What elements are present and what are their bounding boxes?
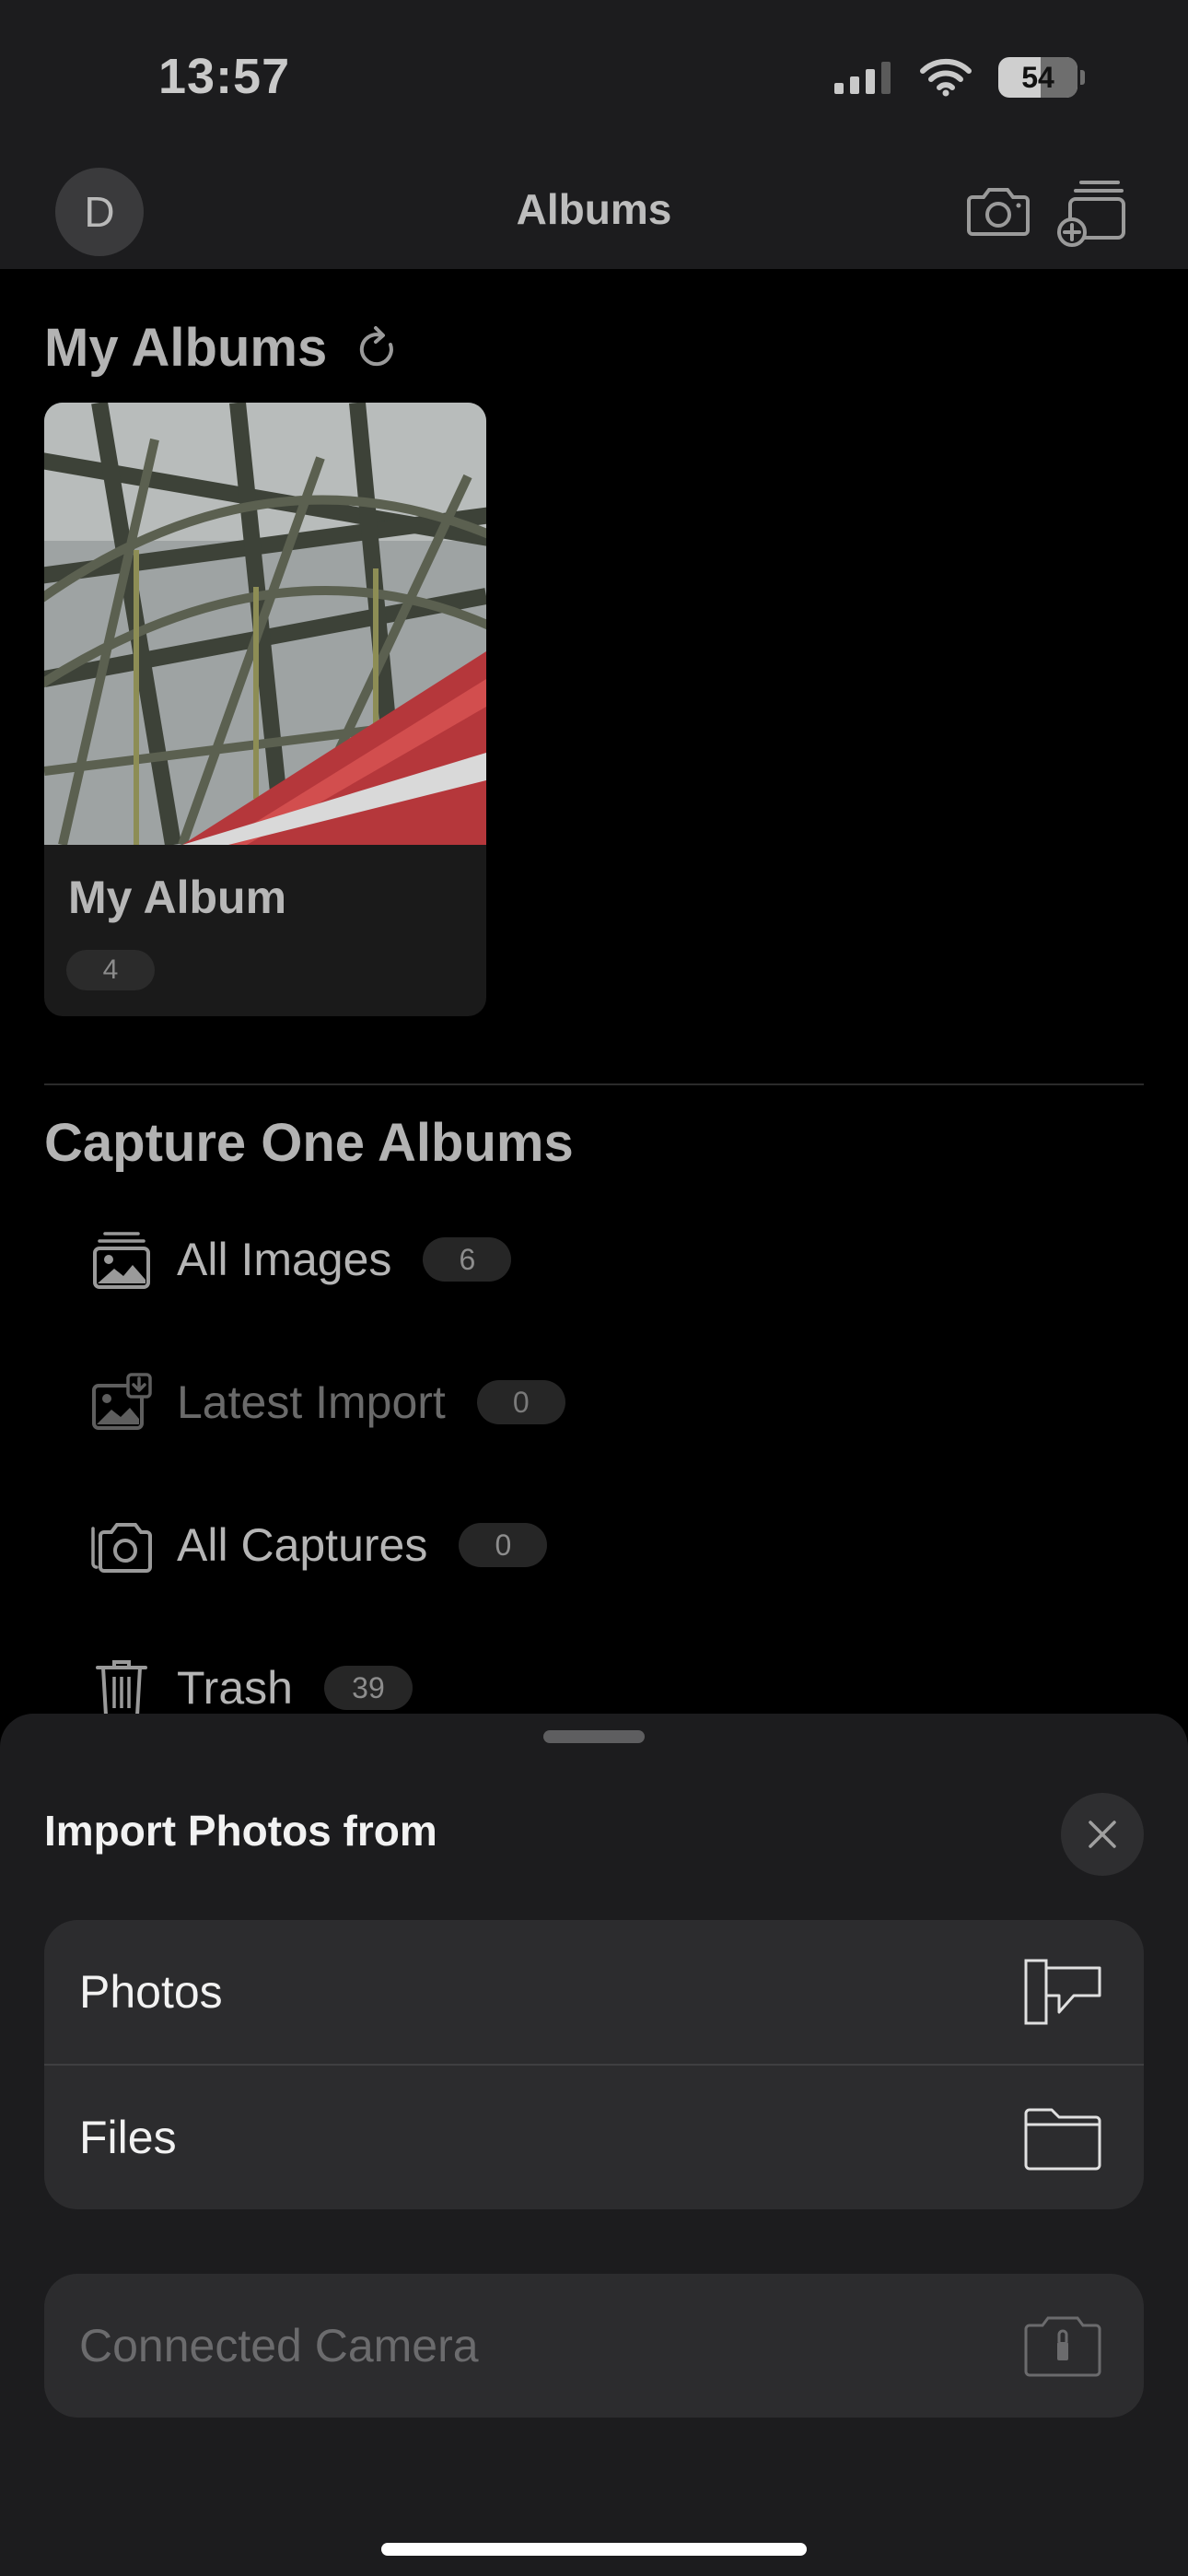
status-time: 13:57	[158, 49, 291, 104]
wifi-icon	[920, 58, 972, 97]
section-divider	[44, 1083, 1144, 1085]
albums-screen: 13:57 54 D Albums My Albums My Album 4 C…	[0, 0, 1188, 2576]
import-option-photos[interactable]: Photos	[44, 1920, 1144, 2064]
home-indicator[interactable]	[381, 2543, 807, 2556]
album-card[interactable]: My Album 4	[44, 403, 486, 1016]
captures-icon	[91, 1523, 152, 1573]
connected-camera-icon	[1024, 2316, 1101, 2377]
album-row-latest-import: Latest Import 0	[88, 1361, 565, 1444]
album-row-count: 39	[323, 1666, 413, 1710]
folder-icon	[1024, 2108, 1101, 2171]
album-thumbnail	[44, 403, 486, 845]
option-label: Connected Camera	[79, 2320, 479, 2371]
camera-icon[interactable]	[965, 182, 1031, 238]
import-sheet: Import Photos from Photos Files Connecte…	[0, 1714, 1188, 2576]
close-icon	[1089, 1821, 1116, 1848]
import-source-group: Photos Files	[44, 1920, 1144, 2209]
sheet-title: Import Photos from	[44, 1807, 437, 1855]
album-row-label: Latest Import	[177, 1376, 446, 1428]
close-button[interactable]	[1061, 1793, 1144, 1876]
album-row-count: 0	[476, 1380, 565, 1424]
status-bar: 13:57 54	[0, 0, 1188, 157]
album-row-label: Trash	[177, 1662, 293, 1714]
battery-level: 54	[1021, 60, 1054, 94]
album-row-label: All Images	[177, 1234, 392, 1285]
import-icon	[92, 1373, 152, 1430]
photos-source-icon	[1024, 1959, 1101, 2025]
import-option-files[interactable]: Files	[44, 2064, 1144, 2209]
images-icon	[93, 1232, 150, 1289]
album-row-count: 6	[423, 1237, 512, 1282]
status-icons: 54	[833, 57, 1085, 98]
cellular-signal-icon	[834, 62, 891, 94]
add-album-icon[interactable]	[1057, 177, 1127, 247]
trash-icon	[96, 1660, 147, 1717]
battery-icon: 54	[998, 57, 1085, 98]
capture-one-albums-heading: Capture One Albums	[44, 1113, 574, 1173]
album-row-label: All Captures	[177, 1519, 428, 1571]
my-albums-heading: My Albums	[44, 318, 328, 378]
album-row-count: 0	[459, 1523, 548, 1567]
album-name: My Album	[68, 872, 287, 923]
nav-bar: D Albums	[0, 157, 1188, 269]
album-row-all-images[interactable]: All Images 6	[88, 1218, 512, 1301]
album-count-badge: 4	[66, 950, 155, 990]
sheet-grabber[interactable]	[543, 1730, 645, 1743]
connected-camera-group: Connected Camera	[44, 2274, 1144, 2418]
refresh-icon[interactable]	[354, 324, 400, 374]
album-row-all-captures[interactable]: All Captures 0	[88, 1504, 548, 1587]
option-label: Files	[79, 2112, 177, 2163]
option-label: Photos	[79, 1966, 223, 2018]
import-option-connected-camera: Connected Camera	[44, 2274, 1144, 2418]
